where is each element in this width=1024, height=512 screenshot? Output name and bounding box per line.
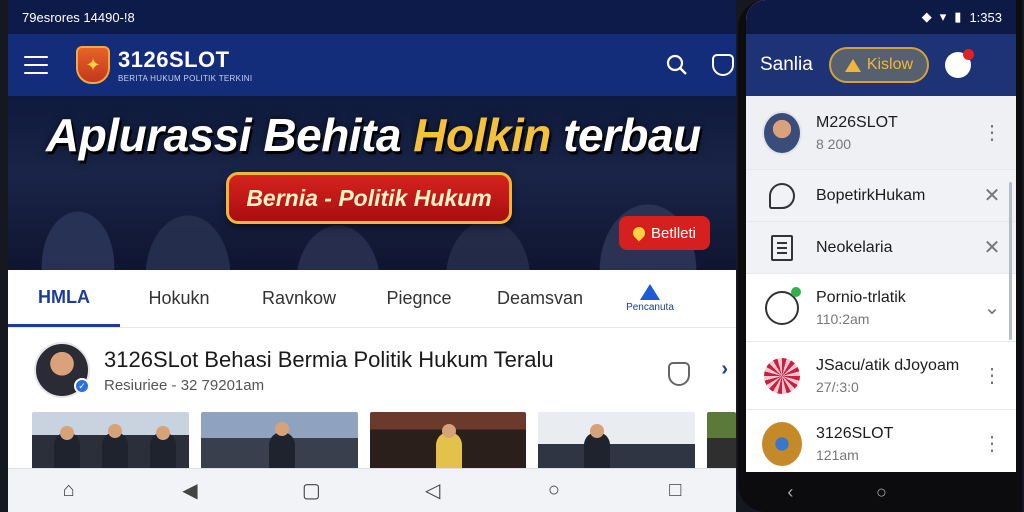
list-item-subtitle: 8 200 bbox=[816, 135, 852, 152]
seal-icon bbox=[764, 357, 800, 394]
list-item[interactable]: Neokelaria ✕ bbox=[746, 222, 1016, 274]
gallery-image[interactable] bbox=[538, 412, 695, 470]
list-item-subtitle: 121am bbox=[816, 446, 859, 463]
chevron-down-icon[interactable]: ⌄ bbox=[982, 295, 1002, 320]
brand-icon bbox=[762, 421, 802, 466]
follow-button-label: Kislow bbox=[866, 56, 914, 73]
signal-diamond-icon: ◆ bbox=[921, 9, 932, 24]
list-item[interactable]: Pornio-trlatik 110:2am ⌄ bbox=[746, 274, 1016, 342]
post-title[interactable]: 3126SLot Behasi Bermia Politik Hukum Ter… bbox=[104, 347, 554, 373]
list-item-title: 3126SLOT bbox=[816, 424, 894, 442]
logo-tagline: BERITA HUKUM POLITIK TERKINI bbox=[118, 74, 253, 83]
profile-avatar bbox=[762, 110, 802, 155]
status-bar: 79esrores 14490-!8 ⚡ ▦ bbox=[8, 0, 736, 34]
warning-icon bbox=[844, 58, 861, 72]
list-item-title: BopetirkHukam bbox=[816, 186, 926, 204]
document-icon bbox=[771, 234, 793, 261]
tab-hmla[interactable]: HMLA bbox=[8, 270, 120, 327]
right-header-title: Sanlia bbox=[760, 54, 813, 75]
home-circle-icon[interactable]: ○ bbox=[876, 482, 887, 503]
more-vert-icon[interactable]: ⋮ bbox=[982, 431, 1002, 456]
chevron-right-icon[interactable]: › bbox=[721, 358, 728, 381]
author-avatar[interactable]: ✓ bbox=[34, 342, 90, 398]
list-item-title: JSacu/atik dJoyoam bbox=[816, 356, 960, 374]
right-system-nav: ‹ ○ bbox=[746, 472, 1016, 512]
right-phone-frame: ◆ ▾ ▮ 1:353 Sanlia Kislow M226SLOT 8 200… bbox=[738, 0, 1022, 512]
battery-icon: ▮ bbox=[954, 9, 962, 24]
list-item-subtitle: 110:2am bbox=[816, 310, 870, 327]
post-header: ✓ 3126SLot Behasi Bermia Politik Hukum T… bbox=[34, 342, 710, 398]
tab-piegnce[interactable]: Piegnce bbox=[360, 270, 478, 327]
category-pill[interactable]: Bernia - Politik Hukum bbox=[226, 172, 512, 224]
save-shield-icon[interactable] bbox=[668, 362, 690, 386]
tab-hokukn[interactable]: Hokukn bbox=[120, 270, 238, 327]
search-icon[interactable] bbox=[666, 54, 688, 76]
follow-button[interactable]: Kislow bbox=[828, 47, 930, 83]
tab-logo-icon bbox=[640, 284, 660, 300]
list-item[interactable]: BopetirkHukam ✕ bbox=[746, 170, 1016, 222]
close-icon[interactable]: ✕ bbox=[982, 183, 1002, 208]
screenshot-stage: 79esrores 14490-!8 ⚡ ▦ ✦ 3126SLOT BERITA… bbox=[0, 0, 1024, 512]
hamburger-menu-icon[interactable] bbox=[24, 56, 48, 74]
post-subtitle: Resiuriee - 32 79201am bbox=[104, 376, 265, 394]
hero-banner[interactable]: Aplurassi Behita Holkin terbau Bernia - … bbox=[8, 96, 736, 270]
gallery-image[interactable] bbox=[200, 412, 358, 470]
scrollbar[interactable] bbox=[1009, 182, 1012, 340]
location-button-label: Betlleti bbox=[650, 224, 696, 242]
more-vert-icon[interactable]: ⋮ bbox=[982, 363, 1002, 388]
left-app-screen: 79esrores 14490-!8 ⚡ ▦ ✦ 3126SLOT BERITA… bbox=[8, 0, 736, 512]
chat-bubble-icon bbox=[769, 182, 795, 209]
news-post[interactable]: ✓ 3126SLot Behasi Bermia Politik Hukum T… bbox=[8, 328, 736, 398]
tab-pencanuta[interactable]: Pencanuta bbox=[602, 270, 698, 327]
right-app-header: Sanlia Kislow bbox=[746, 34, 1016, 96]
list-item[interactable]: 3126SLOT 121am ⋮ bbox=[746, 410, 1016, 472]
gallery-image[interactable] bbox=[369, 412, 527, 470]
tab-pencanuta-label: Pencanuta bbox=[626, 302, 674, 313]
wifi-icon: ▾ bbox=[939, 9, 947, 24]
logo-shield-icon[interactable]: ✦ bbox=[76, 46, 110, 84]
shield-icon[interactable] bbox=[712, 54, 734, 76]
back-outline-icon[interactable]: ◁ bbox=[413, 478, 453, 503]
list-item-title: Neokelaria bbox=[816, 238, 893, 256]
app-header: ✦ 3126SLOT BERITA HUKUM POLITIK TERKINI bbox=[8, 34, 736, 96]
category-tabs: HMLA Hokukn Ravnkow Piegnce Deamsvan Pen… bbox=[8, 270, 736, 328]
home-icon[interactable]: ⌂ bbox=[49, 479, 89, 502]
post-meta: 3126SLot Behasi Bermia Politik Hukum Ter… bbox=[104, 347, 554, 394]
list-item-subtitle: 27/:3:0 bbox=[816, 378, 859, 395]
back-icon[interactable]: ◀ bbox=[170, 478, 210, 503]
logo-name: 3126SLOT bbox=[118, 47, 230, 72]
notification-icon[interactable] bbox=[945, 49, 975, 78]
close-icon[interactable]: ✕ bbox=[982, 235, 1002, 260]
verified-badge-icon: ✓ bbox=[74, 378, 90, 394]
recents-icon[interactable]: ▢ bbox=[291, 478, 331, 503]
right-status-bar: ◆ ▾ ▮ 1:353 bbox=[746, 0, 1016, 34]
image-gallery bbox=[8, 398, 736, 470]
tab-deamsvan[interactable]: Deamsvan bbox=[478, 270, 602, 327]
more-vert-icon[interactable]: ⋮ bbox=[982, 120, 1002, 145]
list-item[interactable]: M226SLOT 8 200 ⋮ bbox=[746, 96, 1016, 170]
tab-ravnkow[interactable]: Ravnkow bbox=[238, 270, 360, 327]
system-nav-bar: ⌂ ◀ ▢ ◁ ○ □ bbox=[8, 468, 736, 512]
home-circle-icon[interactable]: ○ bbox=[534, 479, 574, 502]
location-pin-icon bbox=[630, 224, 648, 242]
location-button[interactable]: Betlleti bbox=[618, 216, 710, 250]
banner-headline: Aplurassi Behita Holkin terbau bbox=[46, 109, 701, 161]
status-time: 1:353 bbox=[969, 9, 1002, 25]
right-app-screen: ◆ ▾ ▮ 1:353 Sanlia Kislow M226SLOT 8 200… bbox=[746, 0, 1016, 472]
back-chevron-icon[interactable]: ‹ bbox=[787, 482, 793, 503]
status-text: 79esrores 14490-!8 bbox=[22, 9, 135, 25]
list-item-title: M226SLOT bbox=[816, 113, 898, 131]
gallery-image[interactable] bbox=[32, 412, 189, 470]
list-item-title: Pornio-trlatik bbox=[816, 288, 906, 306]
politics-icon bbox=[765, 286, 801, 325]
app-logo[interactable]: 3126SLOT BERITA HUKUM POLITIK TERKINI bbox=[118, 47, 252, 83]
notification-list: M226SLOT 8 200 ⋮ BopetirkHukam ✕ Neokela… bbox=[746, 96, 1016, 472]
list-item[interactable]: JSacu/atik dJoyoam 27/:3:0 ⋮ bbox=[746, 342, 1016, 410]
recents-square-icon[interactable]: □ bbox=[655, 479, 695, 502]
gallery-image[interactable] bbox=[707, 412, 736, 470]
